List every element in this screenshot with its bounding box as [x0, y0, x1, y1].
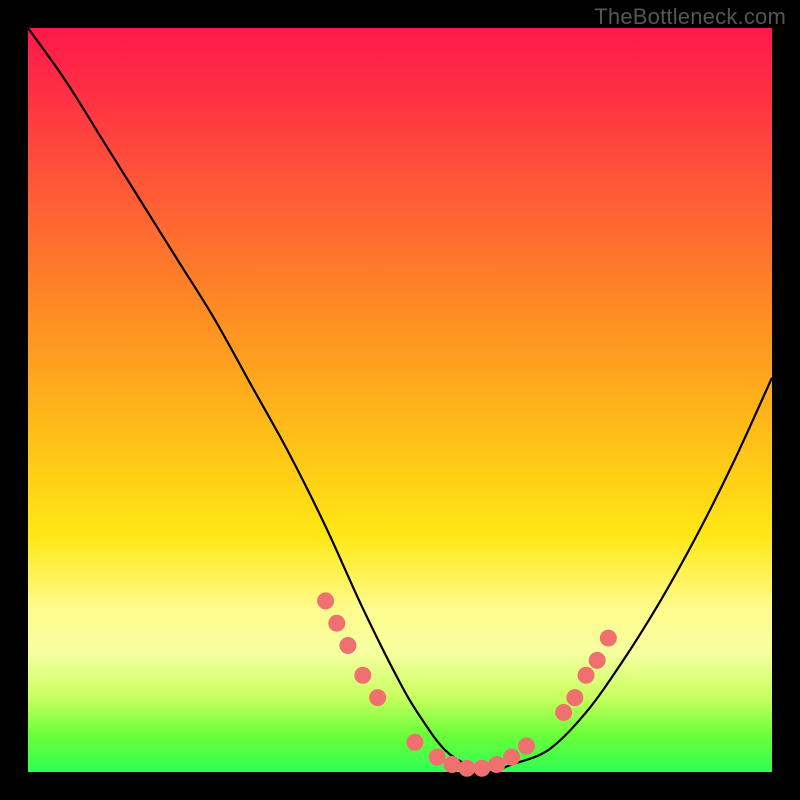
chart-frame — [28, 28, 772, 772]
chart-svg — [28, 28, 772, 772]
highlight-marker — [429, 749, 446, 766]
highlight-markers-group — [317, 592, 617, 776]
highlight-marker — [555, 704, 572, 721]
highlight-marker — [518, 737, 535, 754]
highlight-marker — [406, 734, 423, 751]
highlight-marker — [458, 760, 475, 777]
highlight-marker — [600, 630, 617, 647]
highlight-marker — [339, 637, 356, 654]
highlight-marker — [444, 756, 461, 773]
highlight-marker — [317, 592, 334, 609]
bottleneck-curve-line — [28, 28, 772, 772]
highlight-marker — [328, 615, 345, 632]
highlight-marker — [589, 652, 606, 669]
highlight-marker — [578, 667, 595, 684]
highlight-marker — [488, 756, 505, 773]
watermark-text: TheBottleneck.com — [594, 4, 786, 30]
highlight-marker — [354, 667, 371, 684]
highlight-marker — [566, 689, 583, 706]
highlight-marker — [369, 689, 386, 706]
highlight-marker — [503, 749, 520, 766]
chart-plot-area — [28, 28, 772, 772]
highlight-marker — [473, 760, 490, 777]
